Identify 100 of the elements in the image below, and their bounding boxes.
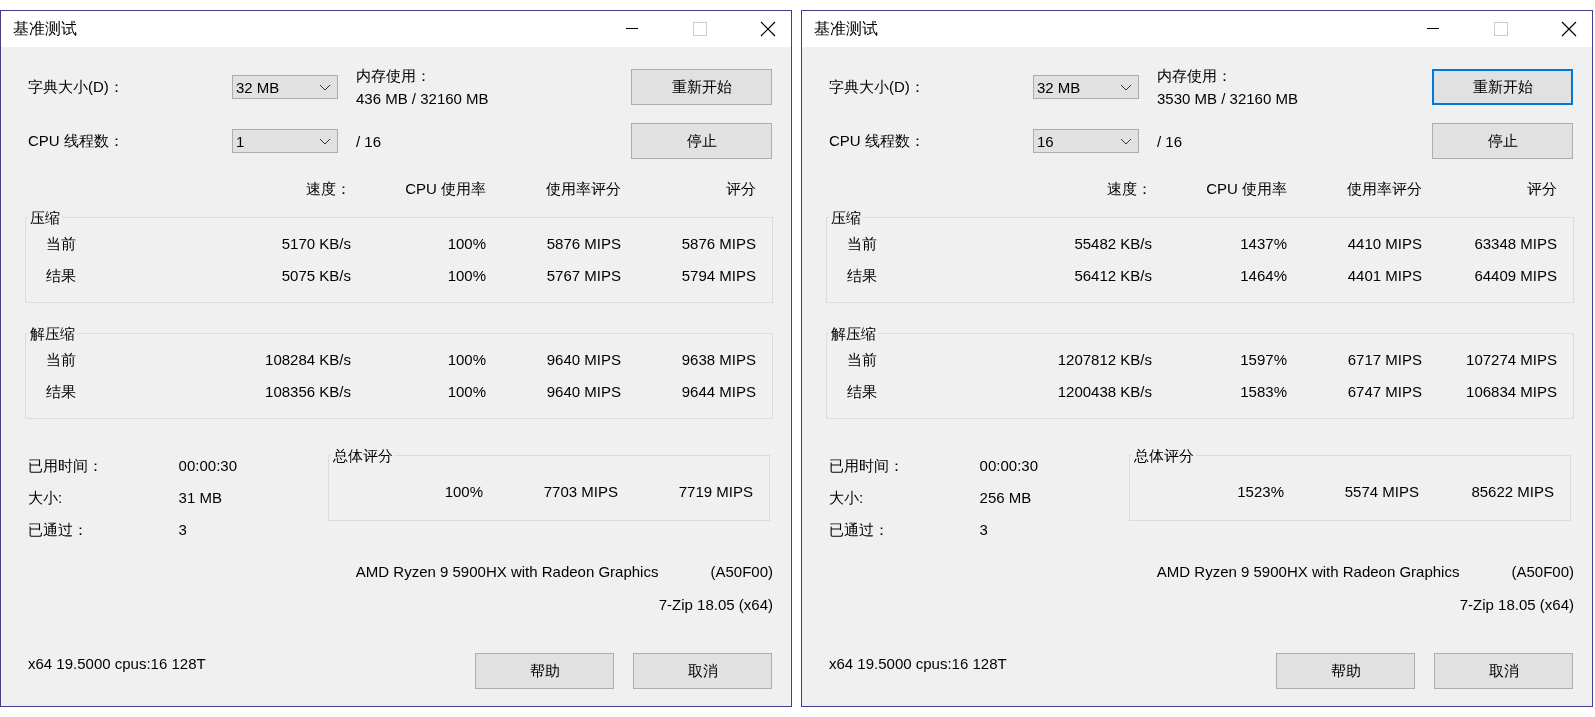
total-score-value: 100% [443,482,483,500]
result-value: 5075 KB/s [280,266,351,286]
result-value: 108356 KB/s [264,382,351,402]
stop-button[interactable]: 停止 [1432,123,1573,159]
result-value: 4401 MIPS [1346,266,1422,286]
stat-value: 00:00:30 [178,456,237,476]
dialog-button[interactable]: 取消 [1434,653,1573,689]
cpu-name: AMD Ryzen 9 5900HX with Radeon Graphics [1156,563,1460,580]
group-title: 总体评分 [1132,447,1196,465]
column-header: 使用率评分 [545,179,621,199]
row-label: 当前 [847,350,878,370]
dictionary-size-dropdown[interactable]: 32 MB [1033,75,1139,99]
result-value: 9638 MIPS [680,350,756,370]
chevron-down-icon [1120,137,1132,145]
cpu-threads-dropdown[interactable]: 1 [232,129,338,153]
window-title: 基准测试 [813,18,879,39]
result-value: 1437% [1239,234,1287,254]
result-value: 1597% [1239,350,1287,370]
result-value: 100% [446,350,486,370]
row-label: 当前 [46,350,77,370]
close-button[interactable] [1561,21,1577,37]
total-score-value: 1523% [1236,482,1284,500]
stat-value: 00:00:30 [979,456,1038,476]
cpu-threads-dropdown[interactable]: 16 [1033,129,1139,153]
restart-button[interactable]: 重新开始 [1432,69,1573,105]
total-score-value: 7703 MIPS [542,482,618,500]
minimize-button[interactable] [1427,28,1439,30]
stat-value: 3 [979,520,989,540]
restart-button[interactable]: 重新开始 [631,69,772,105]
stat-label: 已用时间： [28,456,104,476]
total-score-value: 85622 MIPS [1470,482,1554,500]
dialog-button[interactable]: 帮助 [475,653,614,689]
memory-usage-label: 内存使用： [356,67,432,86]
group-title: 总体评分 [331,447,395,465]
group-title: 压缩 [28,209,62,227]
minimize-button[interactable] [626,28,638,30]
result-value: 1200438 KB/s [1056,382,1152,402]
close-button[interactable] [760,21,776,37]
stat-label: 已通过： [28,520,89,540]
memory-usage-value: 436 MB / 32160 MB [356,90,490,107]
row-label: 结果 [847,382,878,402]
stat-value: 3 [178,520,188,540]
result-value: 5767 MIPS [545,266,621,286]
column-header: 评分 [1526,179,1557,199]
thread-count-max: / 16 [356,132,383,150]
chevron-down-icon [319,137,331,145]
dictionary-size-label: 字典大小(D)： [829,77,926,97]
stat-value: 31 MB [178,488,223,508]
memory-usage-value: 3530 MB / 32160 MB [1157,90,1299,107]
dictionary-size-dropdown[interactable]: 32 MB [232,75,338,99]
column-header: CPU 使用率 [1205,179,1287,199]
stop-button[interactable]: 停止 [631,123,772,159]
row-label: 结果 [46,382,77,402]
cpu-threads-label: CPU 线程数： [28,131,125,151]
group-title: 解压缩 [829,325,878,343]
cpu-threads-label: CPU 线程数： [829,131,926,151]
column-header: 速度： [1106,179,1152,199]
result-value: 6747 MIPS [1346,382,1422,402]
version-text: 7-Zip 18.05 (x64) [657,596,774,613]
cpu-id: (A50F00) [710,563,773,580]
stat-value: 256 MB [979,488,1033,508]
stat-label: 大小: [28,488,64,508]
result-value: 4410 MIPS [1346,234,1422,254]
result-value: 64409 MIPS [1473,266,1557,286]
result-value: 56412 KB/s [1073,266,1152,286]
result-value: 55482 KB/s [1073,234,1152,254]
result-value: 100% [446,382,486,402]
stat-label: 已通过： [829,520,890,540]
row-label: 结果 [847,266,878,286]
result-value: 9640 MIPS [545,350,621,370]
cpu-name: AMD Ryzen 9 5900HX with Radeon Graphics [355,563,659,580]
system-info: x64 19.5000 cpus:16 128T [829,655,1008,672]
result-value: 106834 MIPS [1465,382,1557,402]
column-header: 使用率评分 [1346,179,1422,199]
result-value: 108284 KB/s [264,350,351,370]
result-value: 6717 MIPS [1346,350,1422,370]
result-value: 1464% [1239,266,1287,286]
result-value: 107274 MIPS [1465,350,1557,370]
cpu-id: (A50F00) [1511,563,1574,580]
result-value: 5876 MIPS [680,234,756,254]
group-title: 解压缩 [28,325,77,343]
chevron-down-icon [319,83,331,91]
dialog-button[interactable]: 取消 [633,653,772,689]
result-value: 1207812 KB/s [1056,350,1152,370]
column-header: CPU 使用率 [404,179,486,199]
result-value: 9640 MIPS [545,382,621,402]
chevron-down-icon [1120,83,1132,91]
dictionary-size-label: 字典大小(D)： [28,77,125,97]
group-title: 压缩 [829,209,863,227]
result-value: 100% [446,266,486,286]
column-header: 评分 [725,179,756,199]
system-info: x64 19.5000 cpus:16 128T [28,655,207,672]
window-title: 基准测试 [12,18,78,39]
stat-label: 大小: [829,488,865,508]
stat-label: 已用时间： [829,456,905,476]
result-value: 5170 KB/s [280,234,351,254]
dialog-button[interactable]: 帮助 [1276,653,1415,689]
result-value: 9644 MIPS [680,382,756,402]
result-value: 100% [446,234,486,254]
row-label: 当前 [46,234,77,254]
